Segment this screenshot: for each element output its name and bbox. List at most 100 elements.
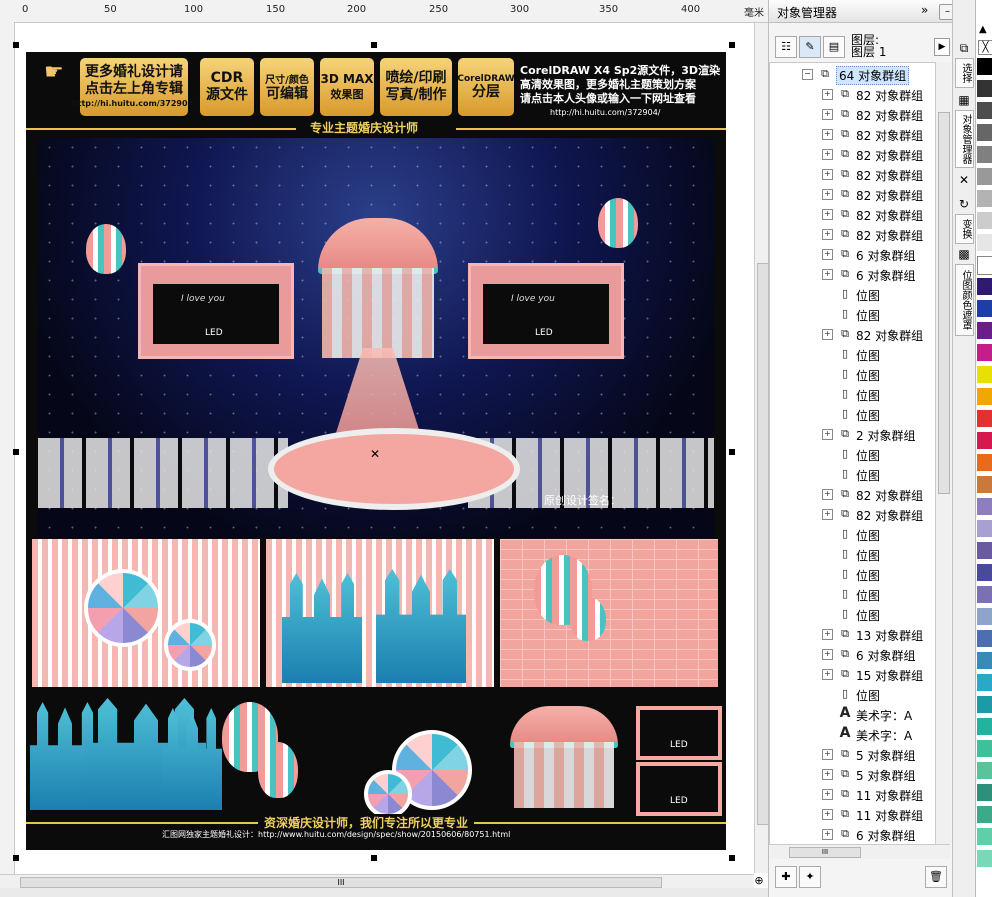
palette-swatch[interactable]: [977, 520, 992, 537]
expand-icon[interactable]: +: [822, 809, 833, 820]
palette-swatch[interactable]: [977, 586, 992, 603]
tree-row[interactable]: + ⧉ 82 对象群组: [770, 204, 936, 224]
expand-icon[interactable]: +: [822, 149, 833, 160]
expand-icon[interactable]: +: [822, 269, 833, 280]
palette-swatch[interactable]: [977, 718, 992, 735]
close-tab-icon[interactable]: ✕: [956, 172, 972, 188]
palette-swatch[interactable]: [977, 432, 992, 449]
no-color-icon[interactable]: ╳: [978, 40, 992, 55]
palette-swatch[interactable]: [977, 256, 992, 275]
palette-swatch[interactable]: [977, 102, 992, 119]
selection-handle[interactable]: [729, 449, 735, 455]
expand-icon[interactable]: +: [822, 169, 833, 180]
tree-row[interactable]: + ⧉ 82 对象群组: [770, 144, 936, 164]
palette-swatch[interactable]: [977, 190, 992, 207]
tree-row[interactable]: ▯ 位图: [770, 384, 936, 404]
palette-swatch[interactable]: [977, 608, 992, 625]
tree-row[interactable]: ▯ 位图: [770, 304, 936, 324]
palette-swatch[interactable]: [977, 740, 992, 757]
drawing-workspace[interactable]: 0 50 100 150 200 250 300 350 400 毫米 ☛ 更多…: [0, 0, 769, 897]
selection-handle[interactable]: [13, 449, 19, 455]
new-master-layer-icon[interactable]: ✦: [799, 866, 821, 888]
docker-titlebar[interactable]: 对象管理器 » –: [769, 0, 956, 23]
selection-handle[interactable]: [13, 42, 19, 48]
tree-row[interactable]: ▯ 位图: [770, 284, 936, 304]
tree-row[interactable]: ▯ 位图: [770, 684, 936, 704]
expand-icon[interactable]: +: [822, 129, 833, 140]
tree-row[interactable]: + ⧉ 82 对象群组: [770, 504, 936, 524]
tree-row[interactable]: + ⧉ 6 对象群组: [770, 644, 936, 664]
tree-row[interactable]: ▯ 位图: [770, 364, 936, 384]
palette-swatch[interactable]: [977, 674, 992, 691]
tree-row[interactable]: A 美术字：A: [770, 724, 936, 744]
palette-swatch[interactable]: [977, 212, 992, 229]
new-layer-icon[interactable]: ✚: [775, 866, 797, 888]
tree-row[interactable]: + ⧉ 2 对象群组: [770, 424, 936, 444]
palette-swatch[interactable]: [977, 344, 992, 361]
expand-icon[interactable]: +: [822, 829, 833, 840]
expand-icon[interactable]: +: [822, 629, 833, 640]
tab-bitmap-color-mask[interactable]: 位图颜色遮罩: [955, 264, 974, 336]
palette-swatch[interactable]: [977, 762, 992, 779]
selection-handle[interactable]: [729, 855, 735, 861]
tree-row[interactable]: + ⧉ 82 对象群组: [770, 224, 936, 244]
palette-swatch[interactable]: [977, 652, 992, 669]
delete-icon[interactable]: 🗑: [925, 866, 947, 888]
canvas-horizontal-scrollbar[interactable]: III: [0, 874, 754, 889]
expand-icon[interactable]: +: [822, 329, 833, 340]
expand-icon[interactable]: +: [822, 109, 833, 120]
tree-row[interactable]: + ⧉ 5 对象群组: [770, 744, 936, 764]
palette-swatch[interactable]: [977, 80, 992, 97]
expand-icon[interactable]: +: [822, 209, 833, 220]
tree-row[interactable]: ▯ 位图: [770, 564, 936, 584]
palette-swatch[interactable]: [977, 234, 992, 251]
selection-handle[interactable]: [371, 855, 377, 861]
palette-swatch[interactable]: [977, 58, 992, 75]
expand-icon[interactable]: +: [822, 429, 833, 440]
palette-swatch[interactable]: [977, 124, 992, 141]
scrollbar-thumb[interactable]: III: [789, 847, 861, 858]
layer-manager-view-icon[interactable]: ▤: [823, 36, 845, 58]
tree-row[interactable]: + ⧉ 82 对象群组: [770, 164, 936, 184]
selection-handle[interactable]: [729, 42, 735, 48]
expand-icon[interactable]: +: [822, 489, 833, 500]
collapse-arrows-icon[interactable]: »: [921, 3, 928, 17]
collapse-icon[interactable]: −: [802, 69, 813, 80]
select-tab-icon[interactable]: ⧉: [956, 40, 972, 56]
tree-row[interactable]: + ⧉ 82 对象群组: [770, 84, 936, 104]
transform-tab-icon[interactable]: ↻: [956, 196, 972, 212]
tree-horizontal-scrollbar[interactable]: III: [769, 844, 950, 859]
palette-swatch[interactable]: [977, 300, 992, 317]
scrollbar-thumb[interactable]: [938, 112, 950, 494]
palette-swatch[interactable]: [977, 828, 992, 845]
tree-row[interactable]: ▯ 位图: [770, 404, 936, 424]
tree-row[interactable]: ▯ 位图: [770, 344, 936, 364]
palette-swatch[interactable]: [977, 476, 992, 493]
tree-row[interactable]: + ⧉ 82 对象群组: [770, 104, 936, 124]
docker-menu-button[interactable]: ▶: [934, 38, 950, 56]
tree-row[interactable]: ▯ 位图: [770, 544, 936, 564]
tab-transform[interactable]: 变换: [955, 214, 974, 244]
tree-row[interactable]: + ⧉ 13 对象群组: [770, 624, 936, 644]
scrollbar-thumb[interactable]: III: [20, 877, 662, 888]
tree-row[interactable]: + ⧉ 15 对象群组: [770, 664, 936, 684]
palette-swatch[interactable]: [977, 784, 992, 801]
selection-handle[interactable]: [13, 855, 19, 861]
tree-row[interactable]: + ⧉ 82 对象群组: [770, 484, 936, 504]
expand-icon[interactable]: +: [822, 669, 833, 680]
tree-row[interactable]: + ⧉ 82 对象群组: [770, 124, 936, 144]
tree-row[interactable]: + ⧉ 6 对象群组: [770, 824, 936, 844]
palette-swatch[interactable]: [977, 146, 992, 163]
tree-row[interactable]: ▯ 位图: [770, 524, 936, 544]
palette-swatch[interactable]: [977, 542, 992, 559]
palette-swatch[interactable]: [977, 388, 992, 405]
tree-row[interactable]: − ⧉ 64 对象群组: [770, 64, 936, 85]
palette-swatch[interactable]: [977, 410, 992, 427]
bitmap-mask-tab-icon[interactable]: ▩: [956, 246, 972, 262]
tree-row[interactable]: + ⧉ 6 对象群组: [770, 244, 936, 264]
tree-vertical-scrollbar[interactable]: [935, 62, 951, 844]
tree-row[interactable]: ▯ 位图: [770, 464, 936, 484]
palette-swatch[interactable]: [977, 498, 992, 515]
tree-row[interactable]: ▯ 位图: [770, 604, 936, 624]
vertical-ruler[interactable]: [0, 22, 15, 874]
